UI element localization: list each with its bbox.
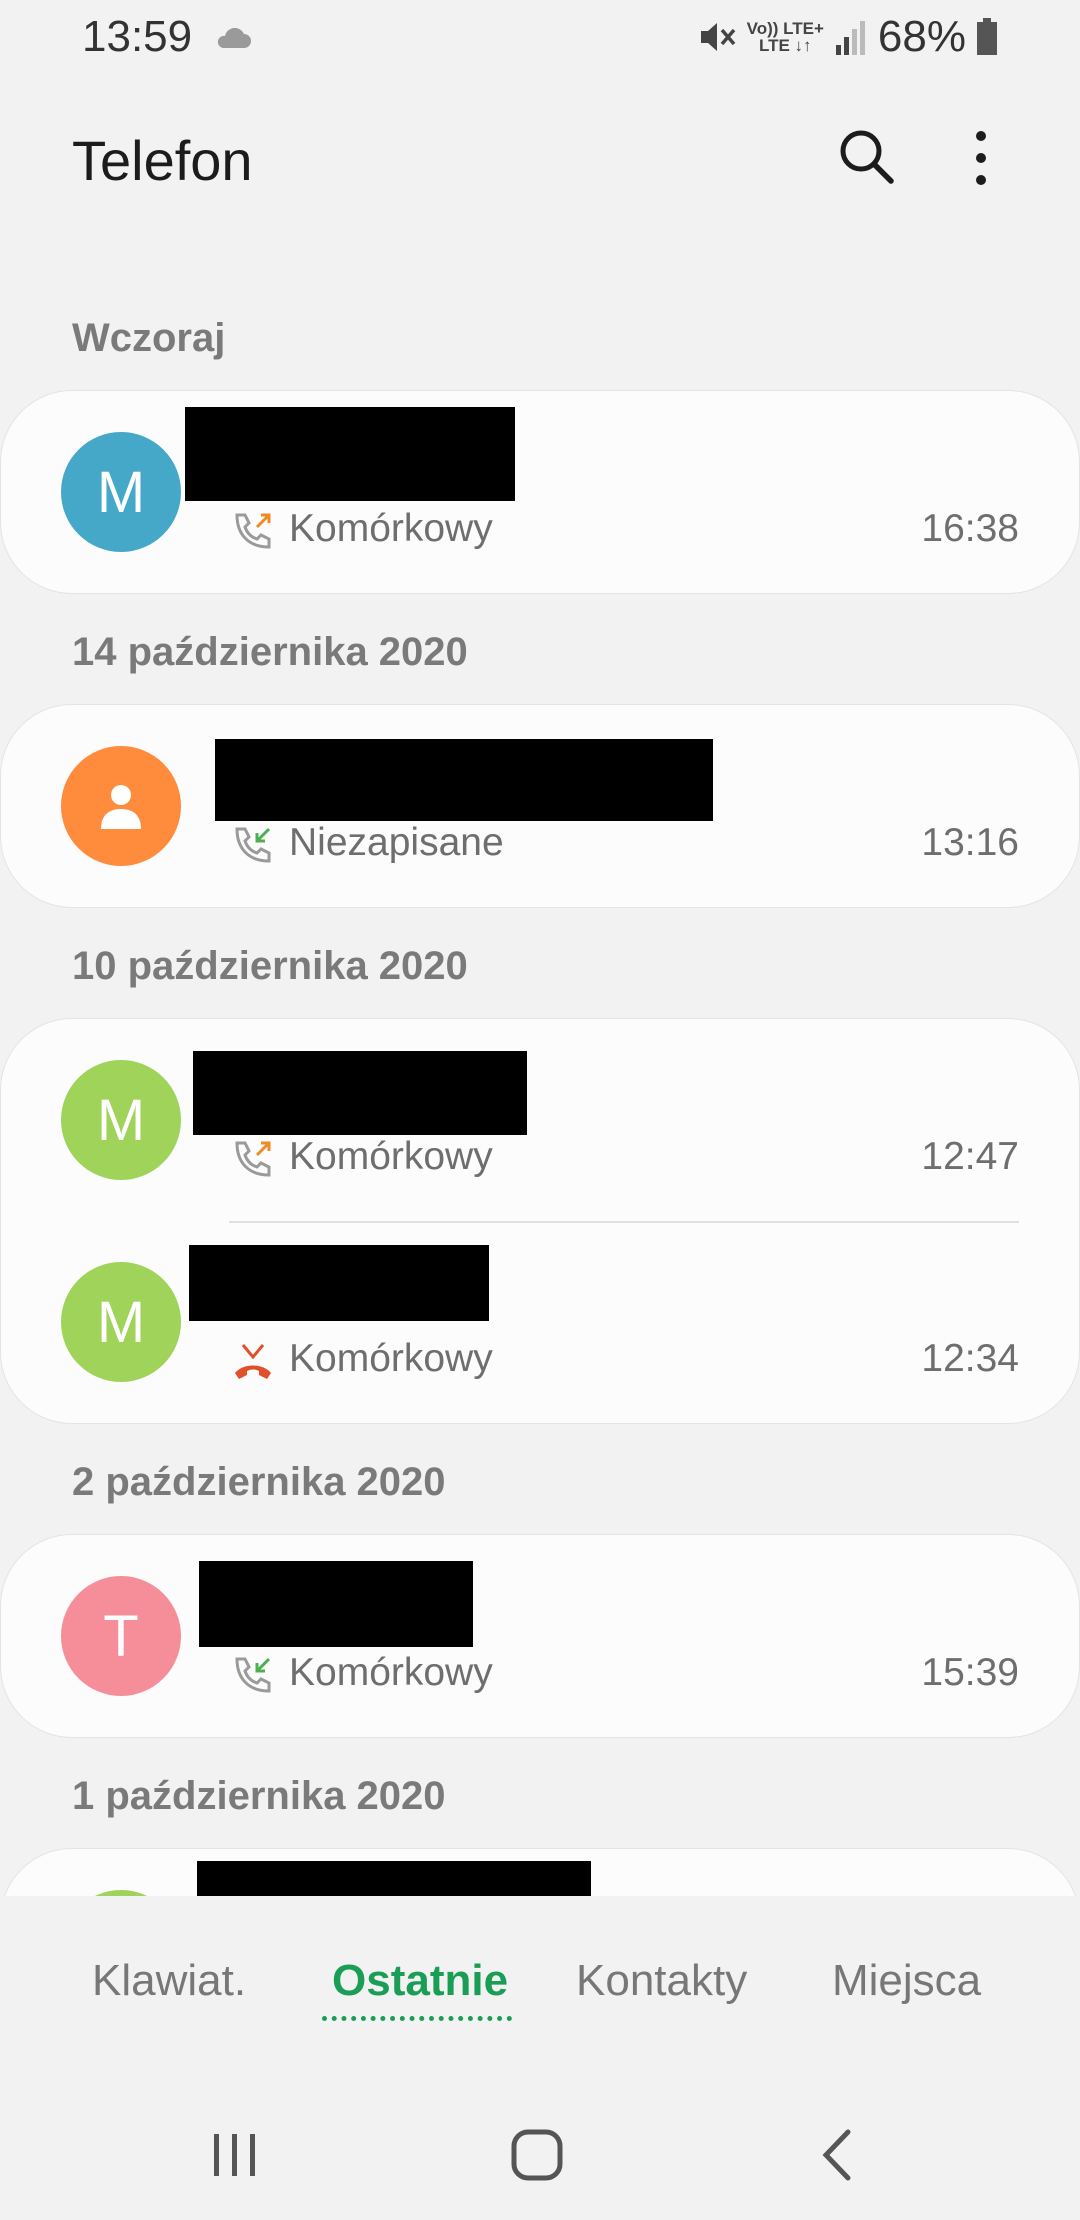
call-card [0,1848,1080,1896]
call-log-item[interactable]: M Komórkowy 16:38 [1,391,1079,593]
group-date-header: 1 października 2020 [72,1774,446,1818]
contact-name-redacted [193,1051,527,1135]
system-navigation-bar [0,2090,1080,2220]
page-title: Telefon [72,129,253,192]
call-card: T Komórkowy 15:39 [0,1534,1080,1738]
recent-apps-icon[interactable] [200,2120,270,2190]
group-date-header: 14 października 2020 [72,630,468,674]
avatar[interactable] [61,1890,181,1896]
call-type: Niezapisane [289,821,504,864]
more-options-icon[interactable] [966,128,996,188]
tab-recents[interactable]: Ostatnie [332,1956,508,2006]
cloud-icon [217,28,251,48]
call-log-item[interactable]: Niezapisane 13:16 [1,705,1079,907]
outgoing-call-icon [235,1141,271,1177]
call-group: Wczoraj M Komórkowy 16:38 [0,300,1080,594]
group-date-header: 10 października 2020 [72,944,468,988]
tab-contacts[interactable]: Kontakty [576,1956,747,2006]
search-icon[interactable] [836,126,896,186]
avatar[interactable]: M [61,1060,181,1180]
call-group: 10 października 2020 M Komórkowy 12:47 M [0,928,1080,1424]
call-group: 14 października 2020 Niezapisane 13:16 [0,614,1080,908]
call-type: Komórkowy [289,1337,493,1380]
tab-keypad[interactable]: Klawiat. [92,1956,246,2006]
status-bar: 13:59 Vo)) LTE+ LTE ↓↑ 68% [0,0,1080,78]
missed-call-icon [235,1344,271,1379]
battery-icon [977,18,997,55]
call-group: 2 października 2020 T Komórkowy 15:39 [0,1444,1080,1738]
call-time: 13:16 [921,821,1019,864]
call-log-item[interactable]: M Komórkowy 12:47 [1,1019,1079,1221]
call-card: Niezapisane 13:16 [0,704,1080,908]
call-type: Komórkowy [289,507,493,550]
battery-percent: 68% [877,12,966,61]
avatar[interactable]: M [61,1262,181,1382]
call-log-list[interactable]: Wczoraj M Komórkowy 16:38 14 październik… [0,300,1080,1896]
contact-name-redacted [197,1861,591,1896]
app-bar: Telefon [0,78,1080,238]
avatar[interactable]: M [61,432,181,552]
call-type: Komórkowy [289,1135,493,1178]
call-time: 12:34 [921,1337,1019,1380]
call-time: 15:39 [921,1651,1019,1694]
call-group: 1 października 2020 [0,1758,1080,1896]
person-icon [101,785,141,829]
contact-name-redacted [189,1245,489,1321]
network-indicator: Vo)) LTE+ LTE ↓↑ [746,19,824,55]
status-time: 13:59 [82,12,193,61]
contact-name-redacted [215,739,713,821]
call-log-item[interactable] [1,1849,1079,1896]
call-card: M Komórkowy 12:47 M Komórkowy 12:34 [0,1018,1080,1424]
bottom-tab-bar: Klawiat. Ostatnie Kontakty Miejsca [0,1930,1080,2050]
call-card: M Komórkowy 16:38 [0,390,1080,594]
outgoing-call-icon [235,513,271,549]
signal-icon [835,21,865,55]
tab-places[interactable]: Miejsca [832,1956,981,2006]
call-log-item[interactable]: M Komórkowy 12:34 [1,1221,1079,1423]
back-icon[interactable] [804,2120,874,2190]
group-date-header: 2 października 2020 [72,1460,446,1504]
call-log-item[interactable]: T Komórkowy 15:39 [1,1535,1079,1737]
contact-name-redacted [199,1561,473,1647]
call-type: Komórkowy [289,1651,493,1694]
avatar[interactable]: T [61,1576,181,1696]
group-date-header: Wczoraj [72,316,226,360]
home-icon[interactable] [502,2120,572,2190]
call-time: 12:47 [921,1135,1019,1178]
incoming-call-icon [235,1657,271,1693]
incoming-call-icon [235,827,271,863]
active-tab-indicator [322,2016,512,2021]
contact-name-redacted [185,407,515,501]
mute-icon [700,23,735,51]
avatar[interactable] [61,746,181,866]
call-time: 16:38 [921,507,1019,550]
